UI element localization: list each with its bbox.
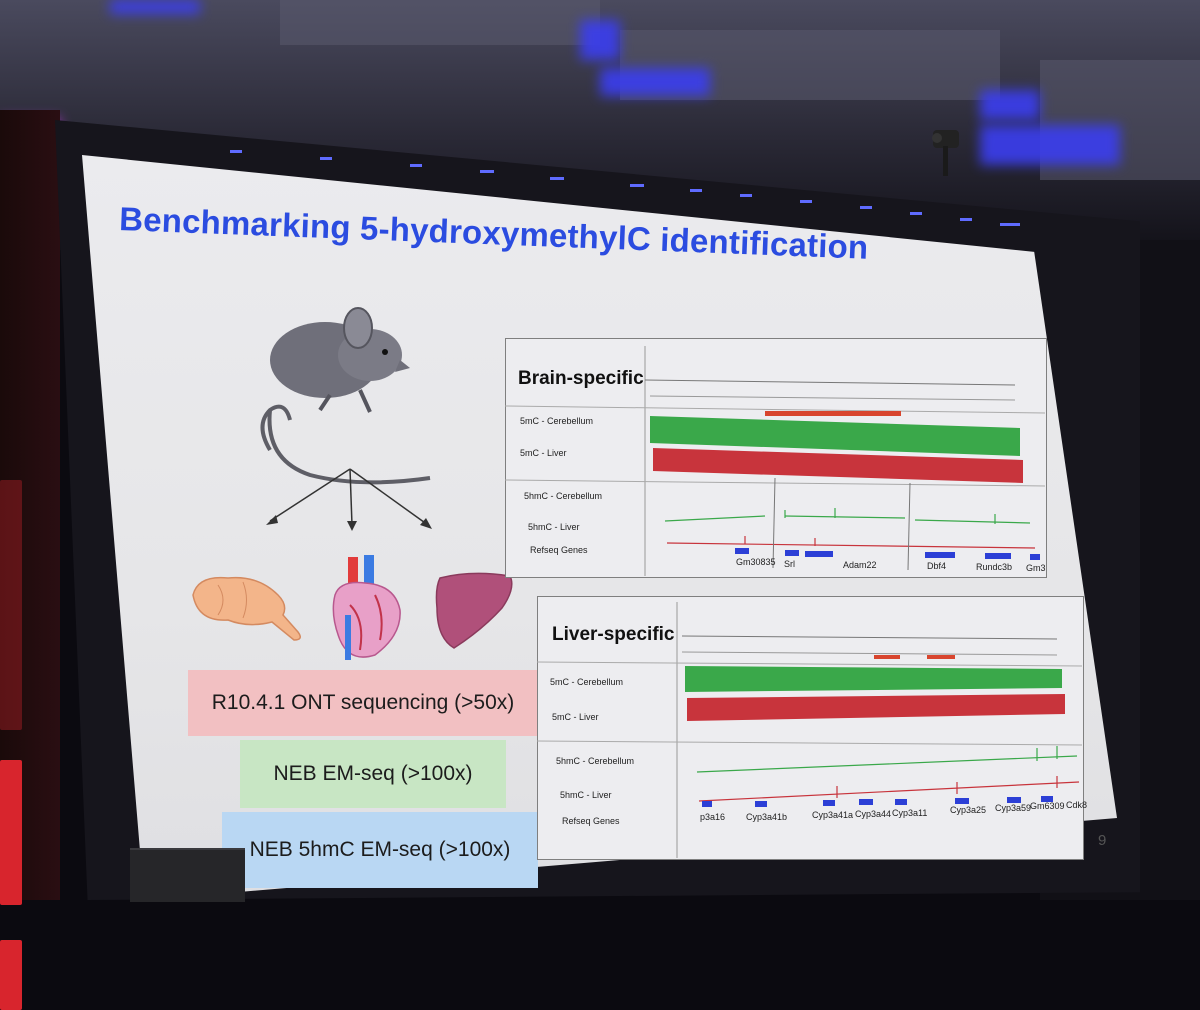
method-label-ont: R10.4.1 ONT sequencing (>50x) <box>188 670 538 736</box>
gene-label: Rundc3b <box>976 562 1013 572</box>
gene-label: Gm3 <box>1026 563 1046 573</box>
gene-label: Cyp3a25 <box>950 805 987 815</box>
gene-label: p3a16 <box>700 812 726 822</box>
gene-label: Cyp3a11 <box>892 808 928 818</box>
stage-light <box>0 940 22 1010</box>
slide-title: Benchmarking 5-hydroxymethylC identifica… <box>118 200 870 266</box>
gene-label: Srl <box>784 559 795 569</box>
gene-label: Cdk8 <box>1066 800 1088 810</box>
method-label-emseq: NEB EM-seq (>100x) <box>240 740 506 808</box>
liver-tracks <box>537 602 1082 858</box>
lectern <box>130 848 245 902</box>
gene-label: Gm6309 <box>1030 801 1065 811</box>
gene-label: Cyp3a41a <box>812 810 854 820</box>
gene-label: Dbf4 <box>927 561 947 571</box>
brain-tracks <box>505 346 1045 576</box>
gene-label: Gm30835 <box>736 557 776 567</box>
mouse-illustration <box>260 307 431 485</box>
arrows <box>266 468 432 531</box>
liver-illustration <box>435 572 513 649</box>
gene-label: Cyp3a59 <box>995 803 1032 813</box>
gene-label: Cyp3a41b <box>746 812 788 822</box>
method-label-5hmc-emseq: NEB 5hmC EM-seq (>100x) <box>222 812 538 888</box>
gene-label: Cyp3a44 <box>855 809 892 819</box>
slide-content: Benchmarking 5-hydroxymethylC identifica… <box>0 0 1200 900</box>
brain-illustration <box>192 576 301 641</box>
heart-illustration <box>332 555 401 660</box>
page-number: 9 <box>1098 832 1107 849</box>
gene-label: Adam22 <box>843 560 877 570</box>
